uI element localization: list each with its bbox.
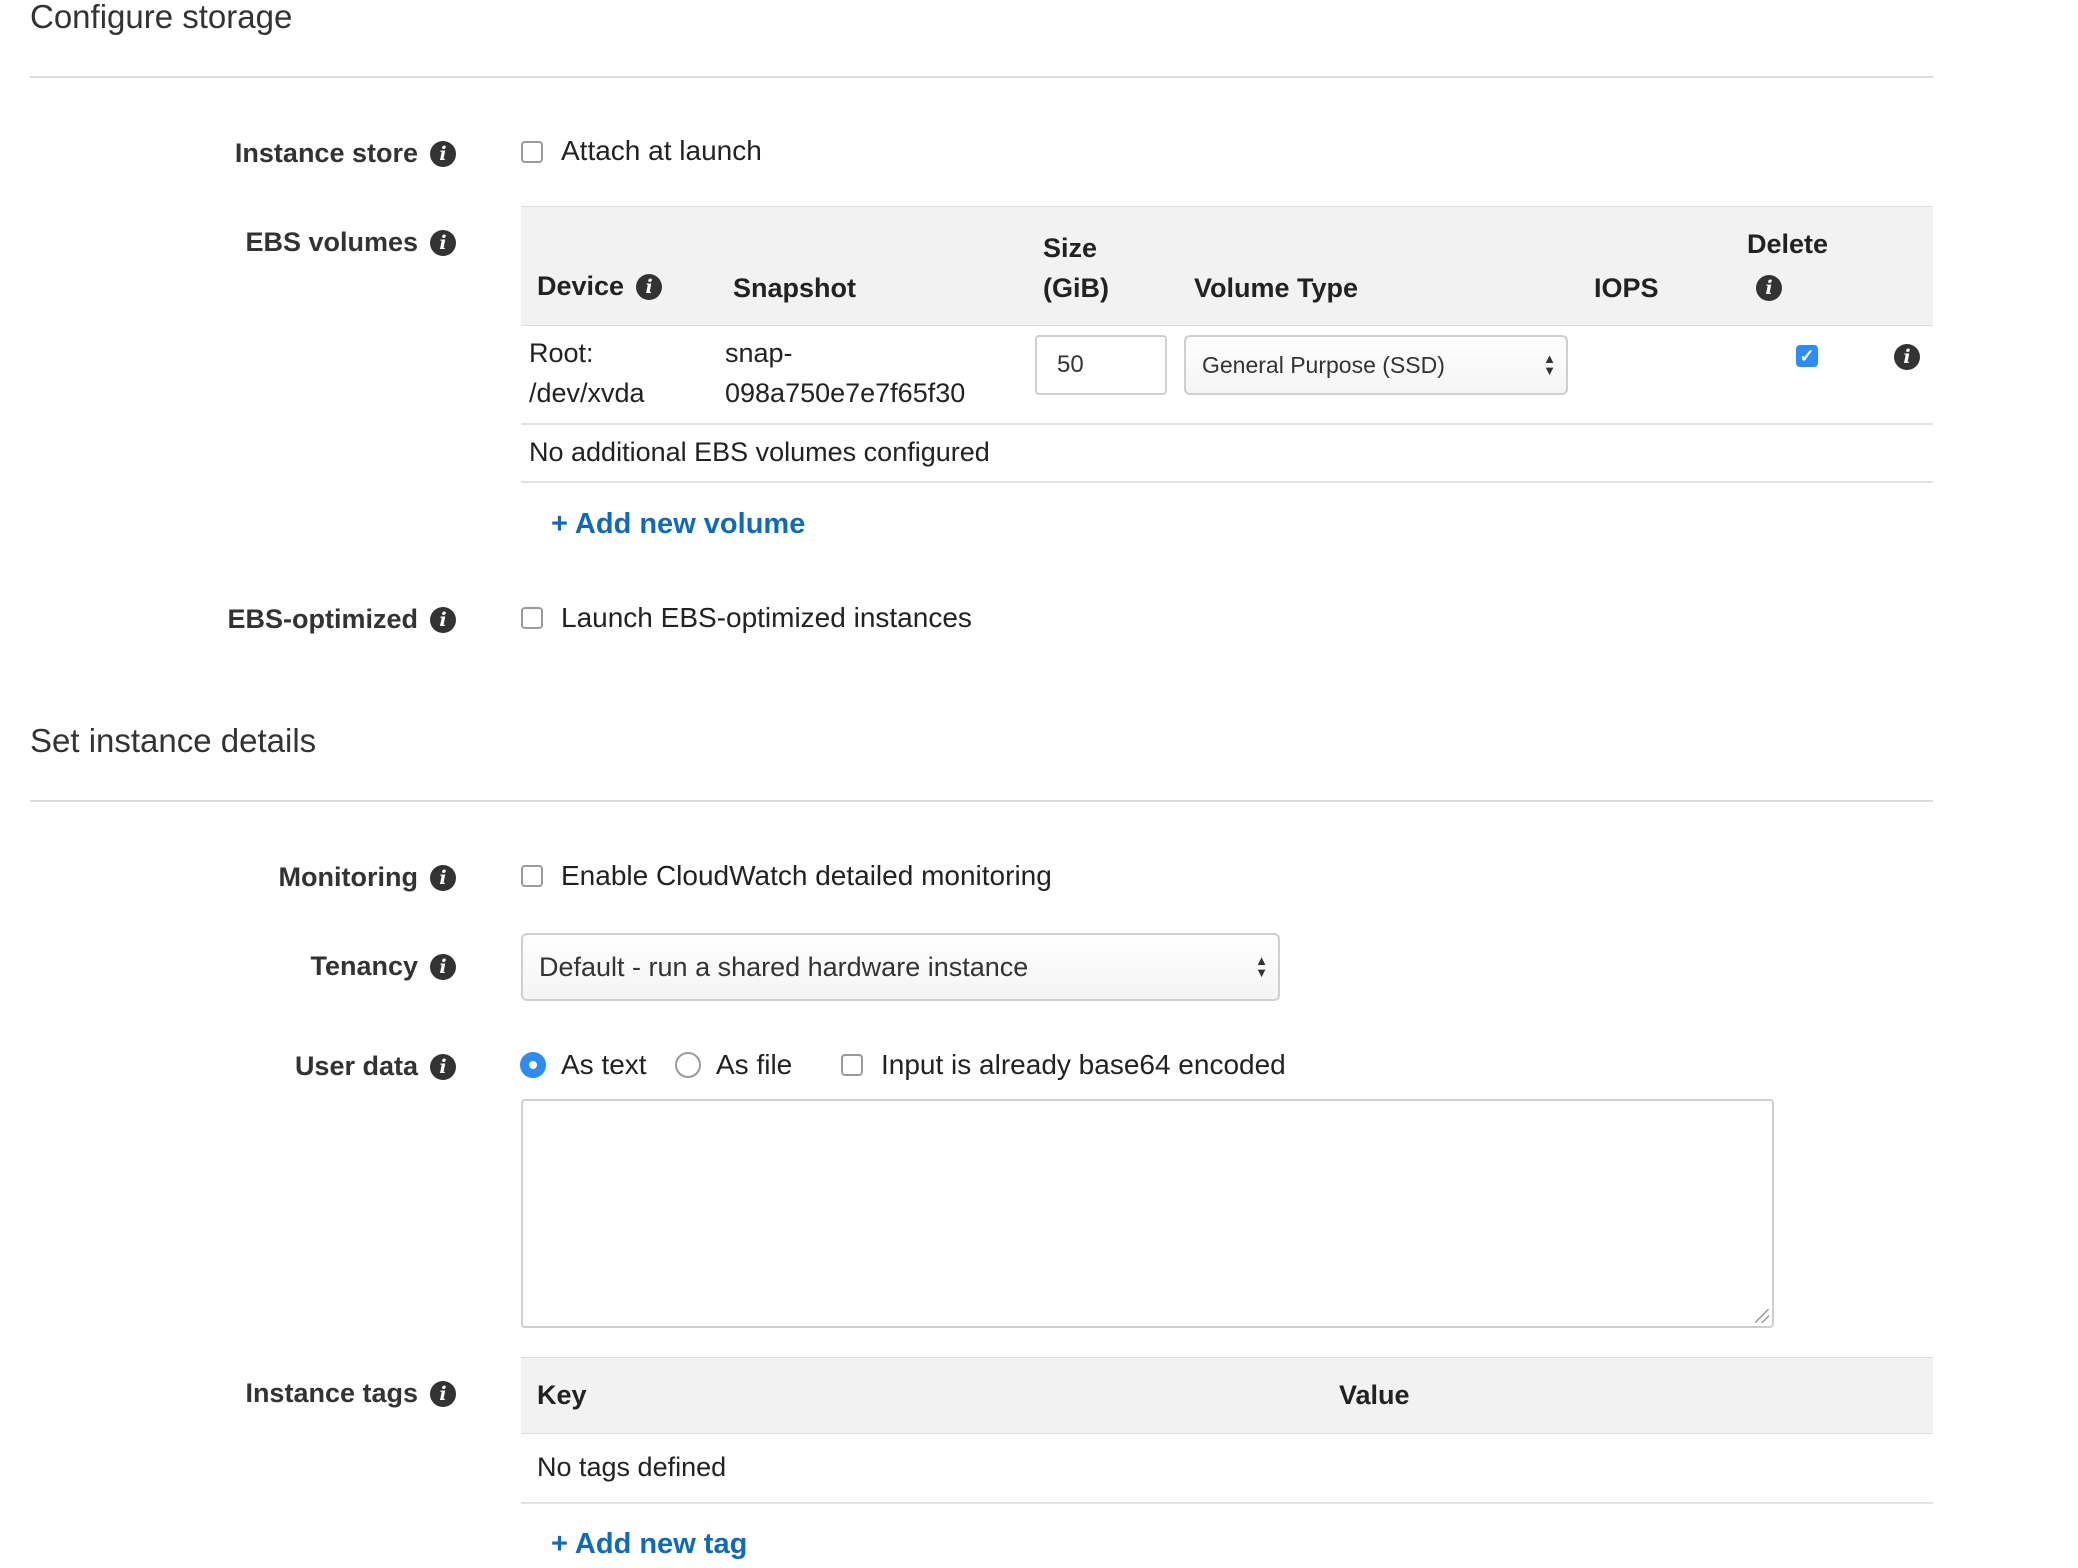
as-file-radio[interactable] [675, 1052, 701, 1078]
column-key: Key [537, 1380, 587, 1410]
row-divider [521, 423, 1933, 425]
root-size-input[interactable]: 50 [1035, 335, 1167, 395]
row-divider [521, 1502, 1933, 1504]
as-text-label: As text [561, 1049, 647, 1080]
root-device-line1: Root: [529, 338, 594, 368]
column-size-line1: Size [1043, 233, 1098, 263]
instance-store-label-text: Instance store [234, 138, 418, 168]
info-icon[interactable]: i [430, 606, 456, 633]
column-device: Device i [537, 271, 663, 302]
info-icon[interactable]: i [430, 1380, 456, 1407]
info-icon[interactable]: i [1894, 344, 1920, 370]
resize-grip-icon[interactable] [1755, 1309, 1769, 1323]
ebs-optimized-checkbox-label: Launch EBS-optimized instances [561, 602, 972, 633]
info-icon[interactable]: i [636, 273, 663, 300]
section-divider [30, 76, 1933, 78]
ebs-optimized-label: EBS-optimized i [227, 604, 456, 635]
instance-store-label: Instance store i [235, 138, 456, 169]
instance-tags-label-text: Instance tags [245, 1378, 418, 1408]
column-value: Value [1339, 1380, 1410, 1410]
ebs-optimized-checkbox[interactable] [521, 607, 543, 629]
tenancy-selected-value: Default - run a shared hardware instance [539, 951, 1029, 982]
cloudwatch-monitoring-checkbox[interactable] [521, 865, 543, 887]
info-icon[interactable]: i [430, 953, 456, 980]
no-tags-message: No tags defined [537, 1452, 727, 1482]
base64-encoded-label: Input is already base64 encoded [881, 1049, 1286, 1080]
root-volume-type-select[interactable]: General Purpose (SSD) ▲ ▼ [1184, 335, 1568, 395]
attach-at-launch-checkbox[interactable] [521, 141, 543, 163]
info-icon[interactable]: i [430, 140, 456, 167]
root-volume-type-value: General Purpose (SSD) [1202, 351, 1445, 378]
add-new-volume-link[interactable]: + Add new volume [551, 508, 805, 541]
column-device-text: Device [537, 271, 625, 301]
ebs-volumes-label-text: EBS volumes [245, 227, 418, 257]
select-arrows-icon: ▲ ▼ [1255, 953, 1268, 980]
add-new-tag-link[interactable]: + Add new tag [551, 1528, 747, 1561]
section-title-instance-details: Set instance details [30, 722, 317, 759]
section-divider [30, 800, 1933, 802]
column-volume-type: Volume Type [1194, 273, 1359, 303]
monitoring-label: Monitoring i [279, 862, 456, 893]
section-title-configure-storage: Configure storage [30, 0, 293, 35]
column-delete-info: i [1756, 275, 1782, 301]
info-icon[interactable]: i [430, 864, 456, 891]
ebs-table-header: Device i Snapshot Size (GiB) Volume Type… [521, 206, 1933, 326]
instance-tags-label: Instance tags i [245, 1378, 456, 1409]
tenancy-label: Tenancy i [310, 951, 456, 982]
no-additional-volumes-message: No additional EBS volumes configured [529, 437, 990, 467]
row-divider [521, 481, 1933, 483]
root-snapshot-line2: 098a750e7e7f65f30 [725, 378, 966, 408]
column-size-line2: (GiB) [1043, 273, 1109, 303]
tenancy-label-text: Tenancy [310, 951, 418, 981]
cloudwatch-monitoring-label: Enable CloudWatch detailed monitoring [561, 860, 1052, 891]
info-icon[interactable]: i [430, 1053, 456, 1080]
root-row-info: i [1894, 344, 1920, 370]
user-data-textarea[interactable] [521, 1099, 1774, 1328]
checkmark-icon: ✓ [1799, 346, 1815, 366]
user-data-label: User data i [295, 1051, 456, 1082]
tags-table-header: Key Value [521, 1357, 1933, 1434]
root-size-value: 50 [1057, 351, 1084, 378]
tenancy-select[interactable]: Default - run a shared hardware instance… [521, 933, 1280, 1001]
base64-encoded-checkbox[interactable] [841, 1054, 863, 1076]
root-snapshot-line1: snap- [725, 338, 793, 368]
info-icon[interactable]: i [1756, 275, 1782, 301]
delete-on-termination-checkbox[interactable]: ✓ [1796, 345, 1818, 367]
root-device-line2: /dev/xvda [529, 378, 645, 408]
select-arrows-icon: ▲ ▼ [1543, 351, 1556, 378]
user-data-label-text: User data [294, 1051, 418, 1081]
as-text-radio[interactable] [520, 1052, 546, 1078]
ebs-optimized-label-text: EBS-optimized [227, 604, 418, 634]
column-delete: Delete [1747, 229, 1829, 259]
as-file-label: As file [716, 1049, 793, 1080]
column-iops: IOPS [1594, 273, 1659, 303]
column-snapshot: Snapshot [733, 273, 857, 303]
attach-at-launch-label: Attach at launch [561, 135, 762, 166]
monitoring-label-text: Monitoring [278, 862, 418, 892]
ebs-volumes-label: EBS volumes i [245, 227, 456, 258]
info-icon[interactable]: i [430, 229, 456, 256]
